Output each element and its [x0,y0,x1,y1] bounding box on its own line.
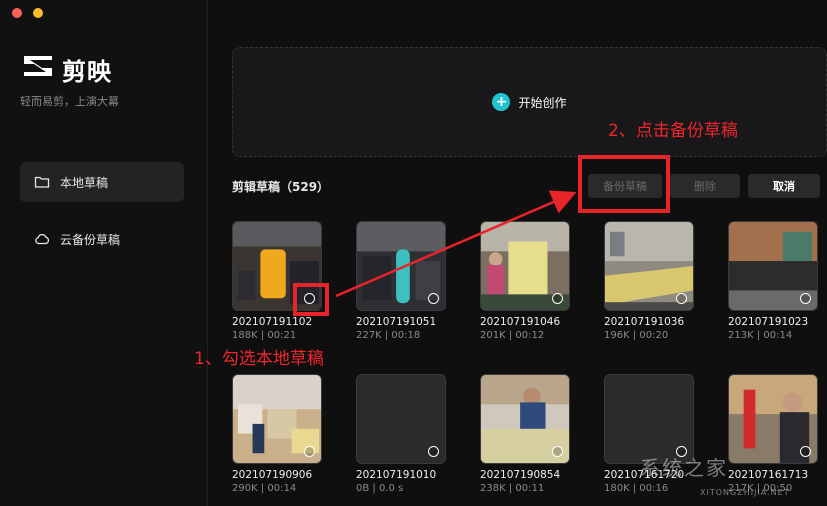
app-slogan: 轻而易剪，上演大幕 [20,95,119,108]
draft-name: 202107191036 [604,316,685,328]
draft-card[interactable]: 202107190854 238K | 00:11 [480,374,570,494]
sidebar: 剪映 轻而易剪，上演大幕 本地草稿 云备份草稿 [0,0,208,506]
draft-name: 202107161713 [728,469,809,481]
draft-name: 202107190854 [480,469,561,481]
sidebar-item-label: 本地草稿 [60,175,109,190]
draft-thumbnail [728,221,818,311]
draft-meta: 201K | 00:12 [480,330,545,341]
draft-name: 202107191051 [356,316,437,328]
draft-card[interactable]: 202107191051 227K | 00:18 [356,221,446,341]
select-checkbox[interactable] [428,446,439,457]
draft-thumbnail [480,221,570,311]
annotation-step1: 1、勾选本地草稿 [194,349,324,369]
draft-meta: 188K | 00:21 [232,330,297,341]
draft-meta: 0B | 0.0 s [356,483,404,494]
folder-icon [34,176,50,188]
delete-drafts-button[interactable]: 删除 [670,174,740,198]
sidebar-item-label: 云备份草稿 [60,232,121,247]
draft-name: 202107190906 [232,469,313,481]
select-checkbox[interactable] [304,446,315,457]
select-checkbox[interactable] [800,446,811,457]
capcut-logo-icon [24,56,52,76]
draft-meta: 180K | 00:16 [604,483,669,494]
draft-thumbnail [728,374,818,464]
draft-name: 202107191010 [356,469,437,481]
window-minimize-button[interactable] [33,8,43,18]
draft-card[interactable]: 202107191023 213K | 00:14 [728,221,818,341]
select-checkbox[interactable] [800,293,811,304]
select-checkbox[interactable] [552,293,563,304]
cloud-icon [35,234,50,245]
draft-meta: 227K | 00:18 [356,330,421,341]
draft-card[interactable]: 202107161713 217K | 00:50 [728,374,818,494]
draft-meta: 196K | 00:20 [604,330,669,341]
drafts-section-title: 剪辑草稿（529） [232,180,330,194]
window-close-button[interactable] [12,8,22,18]
draft-name: 202107191046 [480,316,561,328]
draft-card[interactable]: 202107191036 196K | 00:20 [604,221,694,341]
draft-name: 202107191102 [232,316,313,328]
sidebar-item-local-drafts[interactable]: 本地草稿 [20,162,184,202]
draft-card[interactable]: 202107191046 201K | 00:12 [480,221,570,341]
draft-meta: 238K | 00:11 [480,483,545,494]
select-checkbox[interactable] [552,446,563,457]
draft-meta: 290K | 00:14 [232,483,297,494]
draft-thumbnail [356,374,446,464]
main-panel: + 开始创作 剪辑草稿（529） 备份草稿 删除 取消 202107191102… [208,0,827,506]
annotation-step2: 2、点击备份草稿 [608,121,738,141]
start-creation-label: 开始创作 [518,95,567,110]
watermark: 系统之家 [640,456,728,480]
watermark-sub: XITONGZHIJIA.NET [700,488,790,497]
annotation-highlight-checkbox [293,283,329,316]
draft-card[interactable]: 202107191102 188K | 00:21 [232,221,322,341]
draft-meta: 213K | 00:14 [728,330,793,341]
draft-name: 202107191023 [728,316,809,328]
start-creation-button[interactable]: + 开始创作 [492,93,567,111]
select-checkbox[interactable] [676,293,687,304]
draft-card[interactable]: 202107191010 0B | 0.0 s [356,374,446,494]
draft-thumbnail [604,221,694,311]
draft-card[interactable]: 202107190906 290K | 00:14 [232,374,322,494]
plus-icon: + [492,93,511,111]
annotation-highlight-backup [578,155,670,213]
sidebar-item-cloud-drafts[interactable]: 云备份草稿 [20,219,184,259]
draft-thumbnail [480,374,570,464]
draft-thumbnail [356,221,446,311]
app-name: 剪映 [62,58,112,86]
draft-thumbnail [604,374,694,464]
draft-thumbnail [232,374,322,464]
cancel-selection-button[interactable]: 取消 [748,174,820,198]
select-checkbox[interactable] [428,293,439,304]
